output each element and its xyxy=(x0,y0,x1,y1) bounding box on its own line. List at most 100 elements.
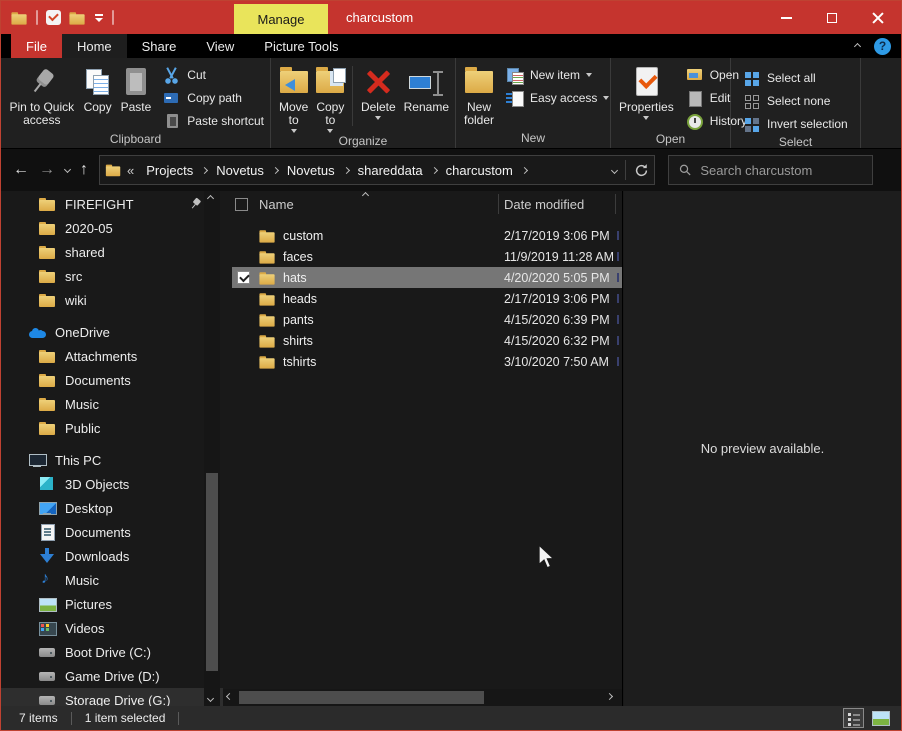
sidebar-item[interactable]: 3D Objects xyxy=(1,472,223,496)
new-folder-quick-icon[interactable] xyxy=(69,10,85,25)
file-row[interactable]: faces 11/9/2019 11:28 AM xyxy=(232,246,622,267)
ribbon-tab[interactable]: Picture Tools xyxy=(249,34,353,58)
new-item-button[interactable]: New item xyxy=(502,63,613,86)
cut-button[interactable]: Cut xyxy=(159,63,268,86)
sidebar-item[interactable]: Music xyxy=(1,392,223,416)
file-row[interactable]: hats 4/20/2020 5:05 PM xyxy=(232,267,622,288)
sidebar-item[interactable]: wiki xyxy=(1,288,223,312)
sidebar-item[interactable]: Attachments xyxy=(1,344,223,368)
chevron-right-icon[interactable] xyxy=(201,166,208,173)
breadcrumb-overflow-icon[interactable]: « xyxy=(122,163,139,178)
column-header-date-modified[interactable]: Date modified xyxy=(504,197,584,212)
file-row[interactable]: custom 2/17/2019 3:06 PM xyxy=(232,225,622,246)
details-view-button[interactable] xyxy=(843,708,864,728)
sidebar-item[interactable]: Game Drive (D:) xyxy=(1,664,223,688)
minimize-button[interactable] xyxy=(763,1,809,34)
chevron-right-icon[interactable] xyxy=(343,166,350,173)
paste-shortcut-button[interactable]: Paste shortcut xyxy=(159,109,268,132)
delete-button[interactable]: Delete xyxy=(357,62,400,121)
chevron-right-icon[interactable] xyxy=(521,166,528,173)
dropdown-caret-icon xyxy=(643,116,649,120)
rename-button[interactable]: Rename xyxy=(400,62,453,115)
sidebar-item[interactable]: FIREFIGHT xyxy=(1,192,223,216)
up-button[interactable]: ↑ xyxy=(80,162,88,178)
scroll-left-icon[interactable] xyxy=(226,693,233,700)
explorer-logo-icon[interactable] xyxy=(11,10,27,25)
ribbon-tab[interactable]: Share xyxy=(127,34,192,58)
paste-button[interactable]: Paste xyxy=(117,62,156,115)
sidebar-item[interactable]: Boot Drive (C:) xyxy=(1,640,223,664)
breadcrumb-segment[interactable]: Projects xyxy=(139,163,200,178)
pin-to-quick-access-button[interactable]: Pin to Quick access xyxy=(5,62,79,128)
sidebar-item[interactable]: Downloads xyxy=(1,544,223,568)
sidebar-item[interactable]: This PC xyxy=(1,448,223,472)
sidebar-item[interactable]: Desktop xyxy=(1,496,223,520)
column-divider[interactable] xyxy=(615,194,616,214)
back-button[interactable]: ← xyxy=(13,162,29,178)
copy-to-button[interactable]: Copy to xyxy=(312,62,348,134)
file-row[interactable]: heads 2/17/2019 3:06 PM xyxy=(232,288,622,309)
address-dropdown-icon[interactable] xyxy=(611,166,618,173)
scroll-up-icon[interactable] xyxy=(207,195,214,202)
collapse-ribbon-icon[interactable] xyxy=(854,42,861,49)
scroll-right-icon[interactable] xyxy=(606,693,613,700)
ribbon-tab[interactable]: File xyxy=(11,34,62,58)
manage-ribbon-tab[interactable]: Manage xyxy=(234,4,328,34)
help-icon[interactable] xyxy=(874,38,891,55)
column-header-name[interactable]: Name xyxy=(259,197,294,212)
scroll-down-icon[interactable] xyxy=(207,695,214,702)
large-icons-view-button[interactable] xyxy=(870,708,891,728)
horizontal-scrollbar[interactable] xyxy=(223,689,622,706)
sidebar-item[interactable]: src xyxy=(1,264,223,288)
sidebar-item[interactable]: OneDrive xyxy=(1,320,223,344)
file-row[interactable]: tshirts 3/10/2020 7:50 AM xyxy=(232,351,622,372)
breadcrumb-segment[interactable]: charcustom xyxy=(439,163,520,178)
properties-button[interactable]: Properties xyxy=(615,62,678,121)
search-box[interactable] xyxy=(668,155,873,185)
copy-path-button[interactable]: Copy path xyxy=(159,86,268,109)
qat-dropdown-icon[interactable] xyxy=(94,13,104,23)
sidebar-item[interactable]: shared xyxy=(1,240,223,264)
forward-button[interactable]: → xyxy=(39,162,55,178)
select-all-checkbox[interactable] xyxy=(235,198,248,211)
file-row[interactable]: shirts 4/15/2020 6:32 PM xyxy=(232,330,622,351)
breadcrumb-segment[interactable]: Novetus xyxy=(209,163,271,178)
copy-button[interactable]: Copy xyxy=(79,62,117,115)
sidebar-scrollbar[interactable] xyxy=(204,191,220,706)
sidebar-item[interactable]: Videos xyxy=(1,616,223,640)
sidebar-item[interactable]: Storage Drive (G:) xyxy=(1,688,223,706)
sidebar-item[interactable]: Documents xyxy=(1,520,223,544)
row-checkbox[interactable] xyxy=(237,271,250,284)
properties-quick-icon[interactable] xyxy=(46,10,61,25)
ribbon-group-open: Properties Open Edit History xyxy=(611,58,731,148)
maximize-button[interactable] xyxy=(809,1,855,34)
invert-selection-button[interactable]: Invert selection xyxy=(739,112,852,135)
close-button[interactable] xyxy=(855,1,901,34)
doc-icon xyxy=(39,524,56,540)
sidebar-item[interactable]: Pictures xyxy=(1,592,223,616)
refresh-icon[interactable] xyxy=(634,163,649,178)
select-all-button[interactable]: Select all xyxy=(739,66,852,89)
sidebar-item[interactable]: 2020-05 xyxy=(1,216,223,240)
chevron-right-icon[interactable] xyxy=(272,166,279,173)
address-bar[interactable]: « Projects Novetus Novetus shareddata ch… xyxy=(99,155,655,185)
move-to-button[interactable]: Move to xyxy=(275,62,312,134)
scrollbar-thumb[interactable] xyxy=(206,473,218,671)
sidebar-item[interactable]: Music xyxy=(1,568,223,592)
breadcrumb-segment[interactable]: Novetus xyxy=(280,163,342,178)
column-divider[interactable] xyxy=(498,194,499,214)
sidebar-item[interactable]: Documents xyxy=(1,368,223,392)
easy-access-button[interactable]: Easy access xyxy=(502,86,613,109)
new-folder-button[interactable]: New folder xyxy=(460,62,498,128)
scrollbar-thumb[interactable] xyxy=(239,691,484,704)
file-row[interactable]: pants 4/15/2020 6:39 PM xyxy=(232,309,622,330)
ribbon-tab[interactable]: Home xyxy=(62,34,127,58)
sidebar-item[interactable]: Public xyxy=(1,416,223,440)
breadcrumb-segment[interactable]: shareddata xyxy=(351,163,430,178)
chevron-right-icon[interactable] xyxy=(431,166,438,173)
sidebar-item-label: 3D Objects xyxy=(65,477,129,492)
select-none-button[interactable]: Select none xyxy=(739,89,852,112)
recent-locations-icon[interactable] xyxy=(64,165,71,172)
ribbon-tab[interactable]: View xyxy=(191,34,249,58)
search-input[interactable] xyxy=(700,163,862,178)
